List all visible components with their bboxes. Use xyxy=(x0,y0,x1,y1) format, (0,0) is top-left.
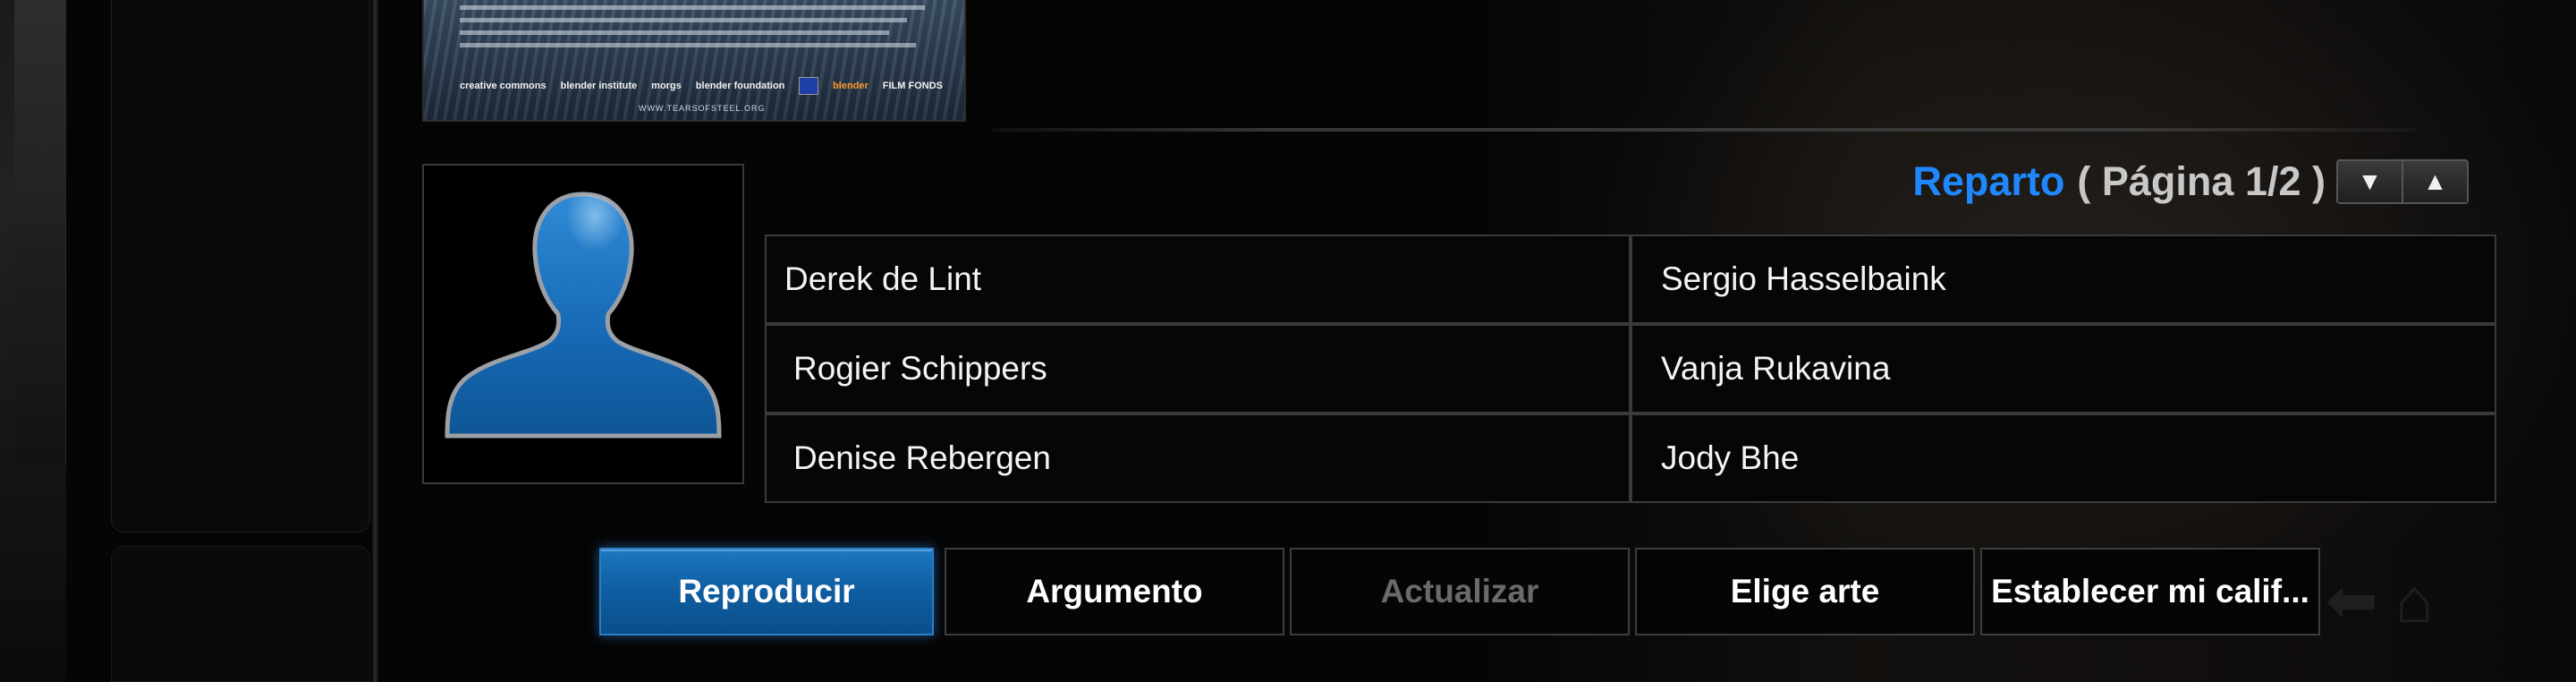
cast-name: Vanja Rukavina xyxy=(1661,350,1891,387)
page-up-button[interactable]: ▲ xyxy=(2402,161,2467,202)
actor-thumbnail xyxy=(422,164,744,484)
blender-foundation-logo: blender foundation xyxy=(695,81,785,91)
cast-item[interactable]: Denise Rebergen xyxy=(765,413,1631,503)
refresh-button-label: Actualizar xyxy=(1380,573,1539,610)
cast-item[interactable]: Vanja Rukavina xyxy=(1631,324,2496,413)
play-button[interactable]: Reproducir xyxy=(599,548,934,635)
header-divider xyxy=(993,128,2415,132)
eu-flag-logo xyxy=(799,77,819,95)
fanart-faint-icons: ⬅ ⌂ xyxy=(2326,566,2434,635)
choose-art-button[interactable]: Elige arte xyxy=(1635,548,1975,635)
refresh-button[interactable]: Actualizar xyxy=(1290,548,1630,635)
play-button-label: Reproducir xyxy=(678,573,855,610)
cast-name: Denise Rebergen xyxy=(793,439,1051,476)
choose-art-button-label: Elige arte xyxy=(1730,573,1880,610)
panel-separator xyxy=(372,0,378,682)
cast-name: Sergio Hasselbaink xyxy=(1661,260,1946,297)
cast-page-indicator: ( Página 1/2 ) xyxy=(2077,158,2326,204)
creative-commons-logo: creative commons xyxy=(460,81,547,91)
poster-credit-line xyxy=(460,18,907,22)
blender-institute-logo: blender institute xyxy=(560,81,638,91)
cast-paging-control: ▼ ▲ xyxy=(2336,159,2469,204)
set-rating-button[interactable]: Establecer mi calif... xyxy=(1980,548,2320,635)
morgs-logo: morgs xyxy=(651,81,682,91)
cast-name: Rogier Schippers xyxy=(793,350,1047,387)
triangle-down-icon: ▼ xyxy=(2357,167,2383,195)
side-panel-lower xyxy=(111,546,370,682)
poster-credit-line xyxy=(460,5,925,10)
poster-logos: creative commons blender institute morgs… xyxy=(460,68,943,104)
cast-item[interactable]: Jody Bhe xyxy=(1631,413,2496,503)
side-panel xyxy=(111,0,370,533)
cast-item[interactable]: Sergio Hasselbaink xyxy=(1631,234,2496,324)
plot-button-label: Argumento xyxy=(1026,573,1203,610)
blender-logo: blender xyxy=(833,81,869,91)
cast-title: Reparto xyxy=(1912,158,2065,204)
cast-list: Derek de Lint Sergio Hasselbaink Rogier … xyxy=(765,234,2496,503)
poster-url: WWW.TEARSOFSTEEL.ORG xyxy=(639,104,766,113)
cast-item[interactable]: Derek de Lint xyxy=(765,234,1631,324)
cast-header: Reparto ( Página 1/2 ) xyxy=(1789,150,2326,213)
cast-name: Derek de Lint xyxy=(784,260,982,297)
cast-name: Jody Bhe xyxy=(1661,439,1800,476)
plot-button[interactable]: Argumento xyxy=(945,548,1284,635)
poster-credit-line xyxy=(460,43,916,47)
film-fonds-logo: FILM FONDS xyxy=(882,81,943,91)
triangle-up-icon: ▲ xyxy=(2422,167,2448,195)
action-button-bar: Reproducir Argumento Actualizar Elige ar… xyxy=(599,548,2326,637)
left-strip-panel xyxy=(14,0,66,465)
movie-poster: creative commons blender institute morgs… xyxy=(422,0,966,122)
cast-item[interactable]: Rogier Schippers xyxy=(765,324,1631,413)
page-down-button[interactable]: ▼ xyxy=(2338,161,2402,202)
set-rating-button-label: Establecer mi calif... xyxy=(1991,573,2309,610)
poster-credit-line xyxy=(460,30,889,35)
silhouette-icon xyxy=(445,192,722,439)
